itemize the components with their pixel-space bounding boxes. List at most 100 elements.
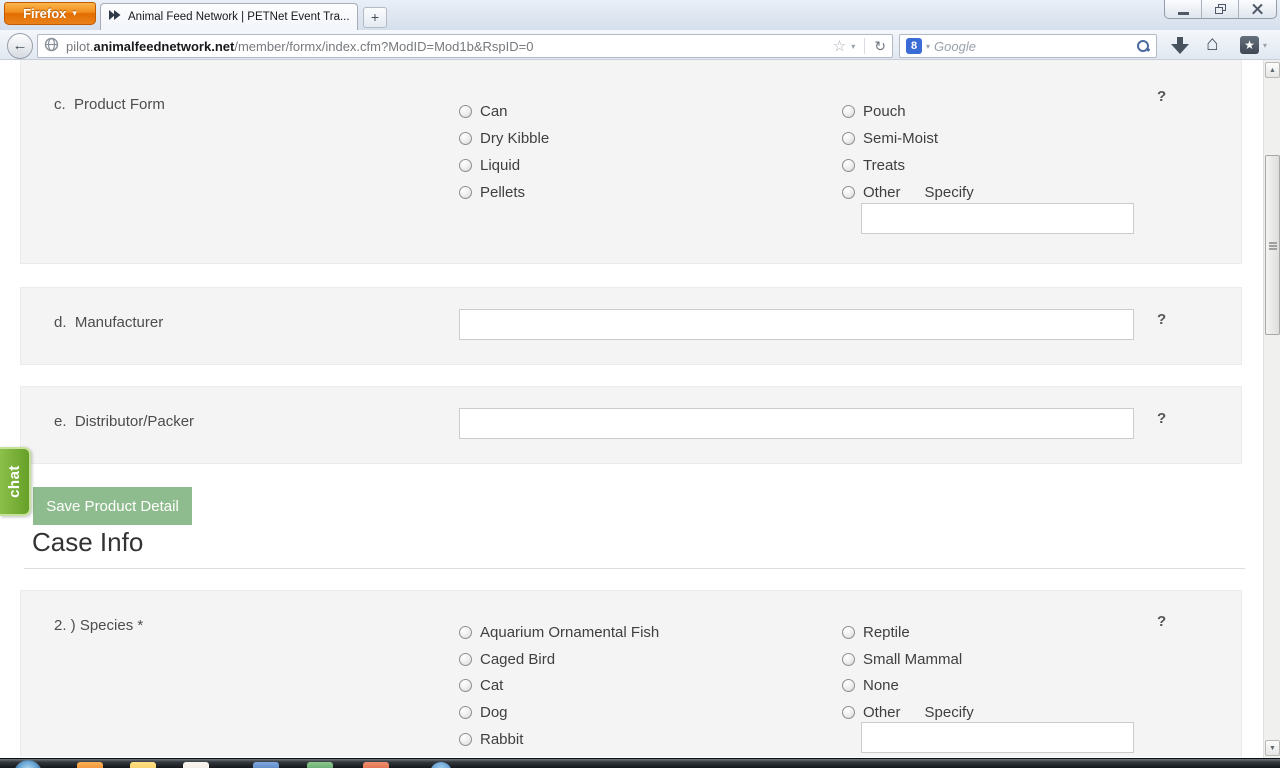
globe-icon <box>44 37 59 55</box>
back-arrow-icon: ← <box>12 37 28 54</box>
downloads-button[interactable] <box>1171 37 1189 54</box>
radio-button[interactable] <box>842 706 855 719</box>
restore-icon <box>1214 4 1226 14</box>
close-button[interactable] <box>1239 0 1276 18</box>
help-icon[interactable]: ? <box>1157 613 1166 630</box>
taskbar-firefox-icon[interactable] <box>77 762 103 768</box>
radio-option-none[interactable]: None <box>842 677 899 694</box>
product-form-label: c. Product Form <box>54 96 165 113</box>
scroll-down-button[interactable]: ▼ <box>1265 740 1280 756</box>
radio-button[interactable] <box>459 653 472 666</box>
radio-button[interactable] <box>842 679 855 692</box>
radio-button[interactable] <box>842 653 855 666</box>
radio-option-dog[interactable]: Dog <box>459 704 508 721</box>
taskbar-word-icon[interactable] <box>253 762 279 768</box>
radio-option-other[interactable]: Other Specify <box>842 184 974 201</box>
taskbar-internet-explorer-icon[interactable] <box>430 762 452 768</box>
radio-button[interactable] <box>459 159 472 172</box>
taskbar-excel-icon[interactable] <box>307 762 333 768</box>
radio-button[interactable] <box>842 186 855 199</box>
radio-option-semi-moist[interactable]: Semi-Moist <box>842 130 938 147</box>
radio-button[interactable] <box>459 626 472 639</box>
radio-button[interactable] <box>842 626 855 639</box>
back-button[interactable]: ← <box>7 33 33 59</box>
search-input[interactable] <box>934 38 1132 54</box>
minimize-button[interactable] <box>1165 0 1202 18</box>
save-product-detail-button[interactable]: Save Product Detail <box>33 487 192 525</box>
scroll-up-button[interactable]: ▲ <box>1265 62 1280 78</box>
search-icon[interactable] <box>1136 39 1150 53</box>
radio-option-reptile[interactable]: Reptile <box>842 624 910 641</box>
taskbar-powerpoint-icon[interactable] <box>363 762 389 768</box>
radio-option-can[interactable]: Can <box>459 103 508 120</box>
chevron-down-icon[interactable]: ▾ <box>851 42 855 51</box>
bookmarks-button[interactable]: ★ ▾ <box>1240 36 1267 54</box>
radio-button[interactable] <box>459 679 472 692</box>
taskbar-folder-icon[interactable] <box>130 762 156 768</box>
section-distributor: e. Distributor/Packer ? <box>20 386 1242 464</box>
chevron-down-icon: ▾ <box>1263 40 1268 50</box>
help-icon[interactable]: ? <box>1157 311 1166 328</box>
specify-label: Specify <box>924 184 974 201</box>
taskbar-document-icon[interactable] <box>183 762 209 768</box>
windows-taskbar[interactable] <box>0 758 1280 768</box>
chat-tab[interactable]: chat <box>0 447 31 516</box>
radio-label: Pellets <box>480 184 526 201</box>
section-product-form: c. Product Form ? Can Dry Kibble Liquid … <box>20 60 1242 264</box>
divider <box>864 38 866 54</box>
species-other-specify-input[interactable] <box>861 722 1134 753</box>
section-species: 2. ) Species * ? Aquarium Ornamental Fis… <box>20 590 1242 757</box>
reload-icon[interactable]: ↻ <box>874 38 886 55</box>
product-form-other-specify-input[interactable] <box>861 203 1134 234</box>
chevron-down-icon[interactable]: ▾ <box>926 42 930 51</box>
manufacturer-label: d. Manufacturer <box>54 314 164 331</box>
help-icon[interactable]: ? <box>1157 410 1166 427</box>
radio-option-rabbit[interactable]: Rabbit <box>459 731 523 748</box>
radio-button[interactable] <box>459 733 472 746</box>
home-button[interactable]: ⌂ <box>1206 32 1219 56</box>
radio-button[interactable] <box>842 159 855 172</box>
browser-tab[interactable]: Animal Feed Network | PETNet Event Tra..… <box>100 3 358 30</box>
radio-option-caged-bird[interactable]: Caged Bird <box>459 651 555 668</box>
new-tab-button[interactable]: + <box>363 7 387 28</box>
chat-tab-label: chat <box>6 465 23 498</box>
radio-button[interactable] <box>842 132 855 145</box>
scrollbar-thumb[interactable] <box>1265 155 1280 335</box>
close-icon <box>1252 4 1263 15</box>
url-domain: animalfeednetwork.net <box>93 38 235 54</box>
url-bar[interactable]: pilot.animalfeednetwork.net/member/formx… <box>37 34 893 58</box>
case-info-heading: Case Info <box>32 527 144 557</box>
url-path: /member/formx/index.cfm?ModID=Mod1b&RspI… <box>234 38 534 54</box>
bookmark-star-icon[interactable]: ☆ <box>833 37 846 55</box>
url-text[interactable]: pilot.animalfeednetwork.net/member/formx… <box>66 39 833 54</box>
start-orb-icon[interactable] <box>14 760 42 768</box>
google-icon[interactable]: 8 <box>906 38 922 54</box>
radio-option-dry-kibble[interactable]: Dry Kibble <box>459 130 549 147</box>
radio-button[interactable] <box>459 186 472 199</box>
radio-button[interactable] <box>459 105 472 118</box>
radio-button[interactable] <box>459 706 472 719</box>
radio-option-pouch[interactable]: Pouch <box>842 103 906 120</box>
help-icon[interactable]: ? <box>1157 88 1166 105</box>
distributor-input[interactable] <box>459 408 1134 439</box>
radio-option-treats[interactable]: Treats <box>842 157 905 174</box>
radio-option-other[interactable]: Other Specify <box>842 704 974 721</box>
search-box[interactable]: 8 ▾ <box>899 34 1157 58</box>
radio-option-liquid[interactable]: Liquid <box>459 157 520 174</box>
radio-option-pellets[interactable]: Pellets <box>459 184 525 201</box>
restore-button[interactable] <box>1202 0 1239 18</box>
radio-label: Semi-Moist <box>863 130 939 147</box>
radio-button[interactable] <box>459 132 472 145</box>
radio-label: Small Mammal <box>863 651 963 668</box>
radio-option-cat[interactable]: Cat <box>459 677 503 694</box>
vertical-scrollbar[interactable]: ▲ ▼ <box>1263 60 1280 758</box>
manufacturer-input[interactable] <box>459 309 1134 340</box>
window-controls <box>1164 0 1277 19</box>
radio-option-aquarium-ornamental-fish[interactable]: Aquarium Ornamental Fish <box>459 624 659 641</box>
distributor-label: e. Distributor/Packer <box>54 413 195 430</box>
radio-button[interactable] <box>842 105 855 118</box>
urlbar-actions: ☆ ▾ ↻ <box>833 37 886 56</box>
radio-option-small-mammal[interactable]: Small Mammal <box>842 651 962 668</box>
radio-label: Can <box>480 103 508 120</box>
firefox-menu-button[interactable]: Firefox ▾ <box>4 2 96 25</box>
